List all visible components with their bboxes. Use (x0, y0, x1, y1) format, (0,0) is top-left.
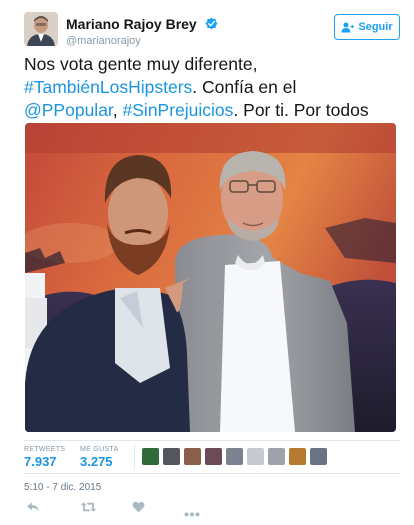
liker-avatar[interactable] (289, 448, 306, 465)
like-button[interactable] (132, 500, 145, 518)
tweet-text-sep: , (112, 100, 123, 120)
heart-icon (132, 501, 145, 513)
likes-stat[interactable]: ME GUSTA 3.275 (80, 446, 118, 469)
liker-avatar[interactable] (163, 448, 180, 465)
liker-avatar[interactable] (226, 448, 243, 465)
retweets-count: 7.937 (24, 454, 57, 469)
follow-button-label: Seguir (358, 21, 393, 33)
liker-avatar[interactable] (268, 448, 285, 465)
retweets-label: RETWEETS (24, 446, 66, 453)
tweet-header: Mariano Rajoy Brey @marianorajoy Seguir (24, 12, 400, 48)
follow-button[interactable]: Seguir (334, 14, 400, 40)
follow-person-icon (341, 22, 355, 32)
photo-image (25, 123, 396, 432)
liker-avatars (142, 448, 327, 465)
tweet-text-part3: . Por ti. Por todos (233, 100, 369, 120)
tweet-photo[interactable] (25, 123, 396, 432)
more-icon (184, 512, 200, 517)
mention-link[interactable]: @PPopular (24, 100, 113, 120)
liker-avatar[interactable] (205, 448, 222, 465)
liker-avatar[interactable] (184, 448, 201, 465)
tweet-timestamp[interactable]: 5:10 - 7 dic. 2015 (24, 482, 101, 493)
engagement-stats: RETWEETS 7.937 ME GUSTA 3.275 (24, 440, 400, 474)
retweet-icon (80, 502, 97, 512)
more-button[interactable] (184, 504, 200, 522)
stats-divider (134, 445, 135, 469)
likes-count: 3.275 (80, 454, 113, 469)
hashtag-link-2[interactable]: #SinPrejuicios (123, 100, 234, 120)
author-block: Mariano Rajoy Brey @marianorajoy (66, 15, 218, 47)
avatar[interactable] (24, 12, 58, 46)
hashtag-link[interactable]: #TambiénLosHipsters (24, 77, 192, 97)
liker-avatar[interactable] (142, 448, 159, 465)
avatar-image (24, 12, 58, 46)
verified-icon (205, 17, 218, 30)
likes-label: ME GUSTA (80, 446, 119, 453)
reply-button[interactable] (26, 500, 40, 518)
author-name[interactable]: Mariano Rajoy Brey (66, 16, 197, 32)
reply-icon (27, 502, 39, 512)
retweets-stat[interactable]: RETWEETS 7.937 (24, 446, 65, 469)
retweet-button[interactable] (80, 500, 97, 518)
tweet-text-part2: . Confía en el (192, 77, 297, 97)
author-handle[interactable]: @marianorajoy (66, 35, 218, 47)
liker-avatar[interactable] (310, 448, 327, 465)
tweet-text: Nos vota gente muy diferente, #TambiénLo… (24, 53, 394, 122)
liker-avatar[interactable] (247, 448, 264, 465)
tweet-text-line1: Nos vota gente muy diferente, (24, 54, 258, 74)
